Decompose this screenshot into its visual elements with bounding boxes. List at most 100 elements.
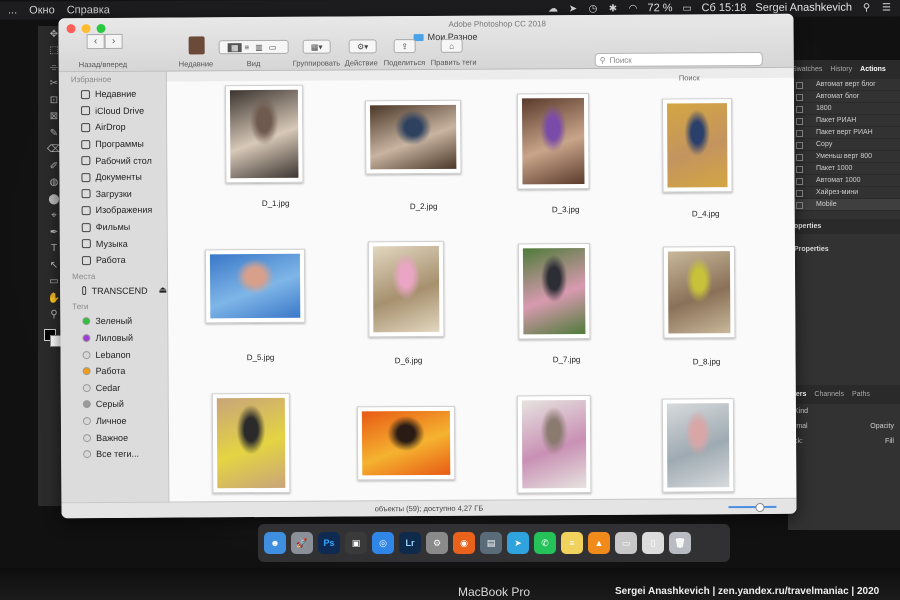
sidebar-item[interactable]: Работа: [60, 252, 167, 269]
launchpad-icon[interactable]: 🚀: [291, 532, 313, 554]
creative-cloud-icon[interactable]: ☁: [547, 3, 558, 14]
lightroom-icon[interactable]: Lr: [399, 532, 421, 554]
layers-tab[interactable]: Channels: [814, 391, 844, 398]
view-switcher[interactable]: ▦ ≡ ▥ ▭: [218, 39, 289, 55]
action-item[interactable]: 1800: [788, 103, 900, 115]
list-view-icon[interactable]: ≡: [242, 43, 253, 52]
file-name[interactable]: D_7.jpg: [527, 355, 607, 364]
sidebar-item[interactable]: Изображения: [60, 202, 167, 219]
action-item[interactable]: Хайрез-мини: [788, 187, 900, 199]
settings-icon[interactable]: ⚙: [426, 532, 448, 554]
opacity-label[interactable]: Opacity: [870, 423, 894, 430]
whatsapp-icon[interactable]: ✆: [534, 532, 556, 554]
layers-tab[interactable]: Paths: [852, 391, 870, 398]
action-item[interactable]: Автомат блог: [788, 91, 900, 103]
file-name[interactable]: D_8.jpg: [667, 357, 747, 366]
sidebar-tag[interactable]: Важное: [61, 429, 168, 446]
action-item[interactable]: Пакет 1000: [788, 163, 900, 175]
file-thumbnail[interactable]: [356, 405, 456, 481]
file-name[interactable]: D_3.jpg: [526, 205, 606, 214]
minimize-button[interactable]: [81, 24, 91, 34]
fill-label[interactable]: Fill: [885, 438, 894, 445]
sidebar-tag[interactable]: Зеленый: [60, 313, 167, 330]
panel-tab[interactable]: History: [830, 66, 852, 73]
safari-icon[interactable]: ◎: [372, 532, 394, 554]
sidebar-item[interactable]: Музыка: [60, 235, 167, 252]
forward-button[interactable]: ›: [104, 33, 123, 49]
file-thumbnail[interactable]: [364, 99, 462, 175]
sidebar-item[interactable]: Рабочий стол: [59, 152, 166, 169]
icon-view-icon[interactable]: ▦: [227, 42, 242, 52]
gallery-view-icon[interactable]: ▭: [266, 42, 280, 51]
file-name[interactable]: D_5.jpg: [221, 353, 301, 362]
zoom-button[interactable]: [96, 23, 106, 34]
sidebar-item[interactable]: Фильмы: [60, 218, 167, 235]
layer-kind-filter[interactable]: Kind: [794, 408, 808, 415]
file-thumbnail[interactable]: [211, 392, 291, 494]
user-name[interactable]: Sergei Anashkevich: [755, 2, 852, 14]
photo-icon[interactable]: ▣: [345, 532, 367, 554]
share-button[interactable]: ⇪: [393, 39, 416, 54]
column-view-icon[interactable]: ▥: [252, 42, 266, 52]
panel-tab[interactable]: Actions: [860, 66, 886, 73]
bluetooth-icon[interactable]: ✱: [607, 3, 618, 14]
sidebar-item[interactable]: Недавние: [59, 86, 166, 103]
action-item[interactable]: Уменьш верт 800: [788, 151, 900, 163]
file-thumbnail[interactable]: [661, 98, 733, 193]
firefox-icon[interactable]: ◉: [453, 532, 475, 554]
sidebar-tag[interactable]: Cedar: [61, 379, 168, 396]
menu-item[interactable]: Окно: [29, 4, 55, 16]
sidebar-item[interactable]: Документы: [59, 169, 166, 186]
file-name[interactable]: D_1.jpg: [236, 199, 316, 208]
action-item[interactable]: Автомат 1000: [788, 175, 900, 187]
battery-icon[interactable]: ▭: [682, 3, 693, 14]
trash-icon[interactable]: 🗑: [669, 532, 691, 554]
recent-icon[interactable]: [188, 36, 205, 55]
sidebar-item[interactable]: Программы: [59, 135, 166, 152]
file-thumbnail[interactable]: [516, 395, 592, 494]
back-button[interactable]: ‹: [86, 33, 105, 50]
action-item[interactable]: Пакет верт РИАН: [788, 127, 900, 139]
action-item[interactable]: Пакет РИАН: [788, 115, 900, 127]
menu-item[interactable]: Справка: [67, 4, 110, 16]
icon-size-slider[interactable]: [728, 505, 777, 509]
notes-icon[interactable]: ≡: [561, 532, 583, 554]
file-thumbnail[interactable]: [224, 84, 304, 184]
finder-icon[interactable]: ☻: [264, 532, 286, 554]
sidebar-tag[interactable]: Серый: [61, 396, 168, 413]
wifi-icon[interactable]: ◠: [627, 3, 638, 14]
close-button[interactable]: [66, 24, 76, 34]
file-thumbnail[interactable]: [517, 243, 591, 340]
clock[interactable]: Сб 15:18: [702, 2, 747, 14]
file-name[interactable]: D_4.jpg: [666, 209, 746, 218]
properties-tab[interactable]: operties: [788, 219, 900, 234]
sidebar-item[interactable]: iCloud Drive: [59, 102, 166, 119]
vlc-icon[interactable]: ▲: [588, 532, 610, 554]
file-name[interactable]: D_6.jpg: [369, 356, 449, 365]
preview-icon[interactable]: ▯: [642, 532, 664, 554]
action-button[interactable]: ⚙▾: [348, 39, 377, 54]
sidebar-tag[interactable]: Lebanon: [60, 346, 167, 363]
action-item[interactable]: Автомат верт блог: [788, 79, 900, 91]
screenshot-icon[interactable]: ▤: [480, 532, 502, 554]
panel-tab[interactable]: Swatches: [792, 66, 822, 73]
sidebar-item[interactable]: AirDrop: [59, 119, 166, 136]
action-item[interactable]: Copy: [788, 139, 900, 151]
search-field[interactable]: ⚲ Поиск: [594, 51, 763, 67]
sidebar-tag[interactable]: Личное: [61, 412, 168, 429]
file-name[interactable]: D_2.jpg: [384, 202, 464, 211]
telegram-icon[interactable]: ➤: [507, 532, 529, 554]
eject-icon[interactable]: ⏏: [159, 285, 168, 296]
file-thumbnail[interactable]: [662, 246, 736, 339]
sidebar-item-drive[interactable]: TRANSCEND ⏏: [60, 282, 167, 299]
notification-center-icon[interactable]: ☰: [881, 2, 892, 13]
time-machine-icon[interactable]: ◷: [587, 3, 598, 14]
file-thumbnail[interactable]: [516, 93, 590, 190]
spotlight-icon[interactable]: ⚲: [861, 2, 872, 13]
sidebar-tag[interactable]: Лиловый: [60, 329, 167, 346]
photoshop-icon[interactable]: Ps: [318, 532, 340, 554]
blend-mode[interactable]: rmal: [794, 423, 808, 430]
scanner-icon[interactable]: ▭: [615, 532, 637, 554]
file-thumbnail[interactable]: [661, 398, 735, 493]
group-button[interactable]: ▦▾: [302, 39, 331, 54]
